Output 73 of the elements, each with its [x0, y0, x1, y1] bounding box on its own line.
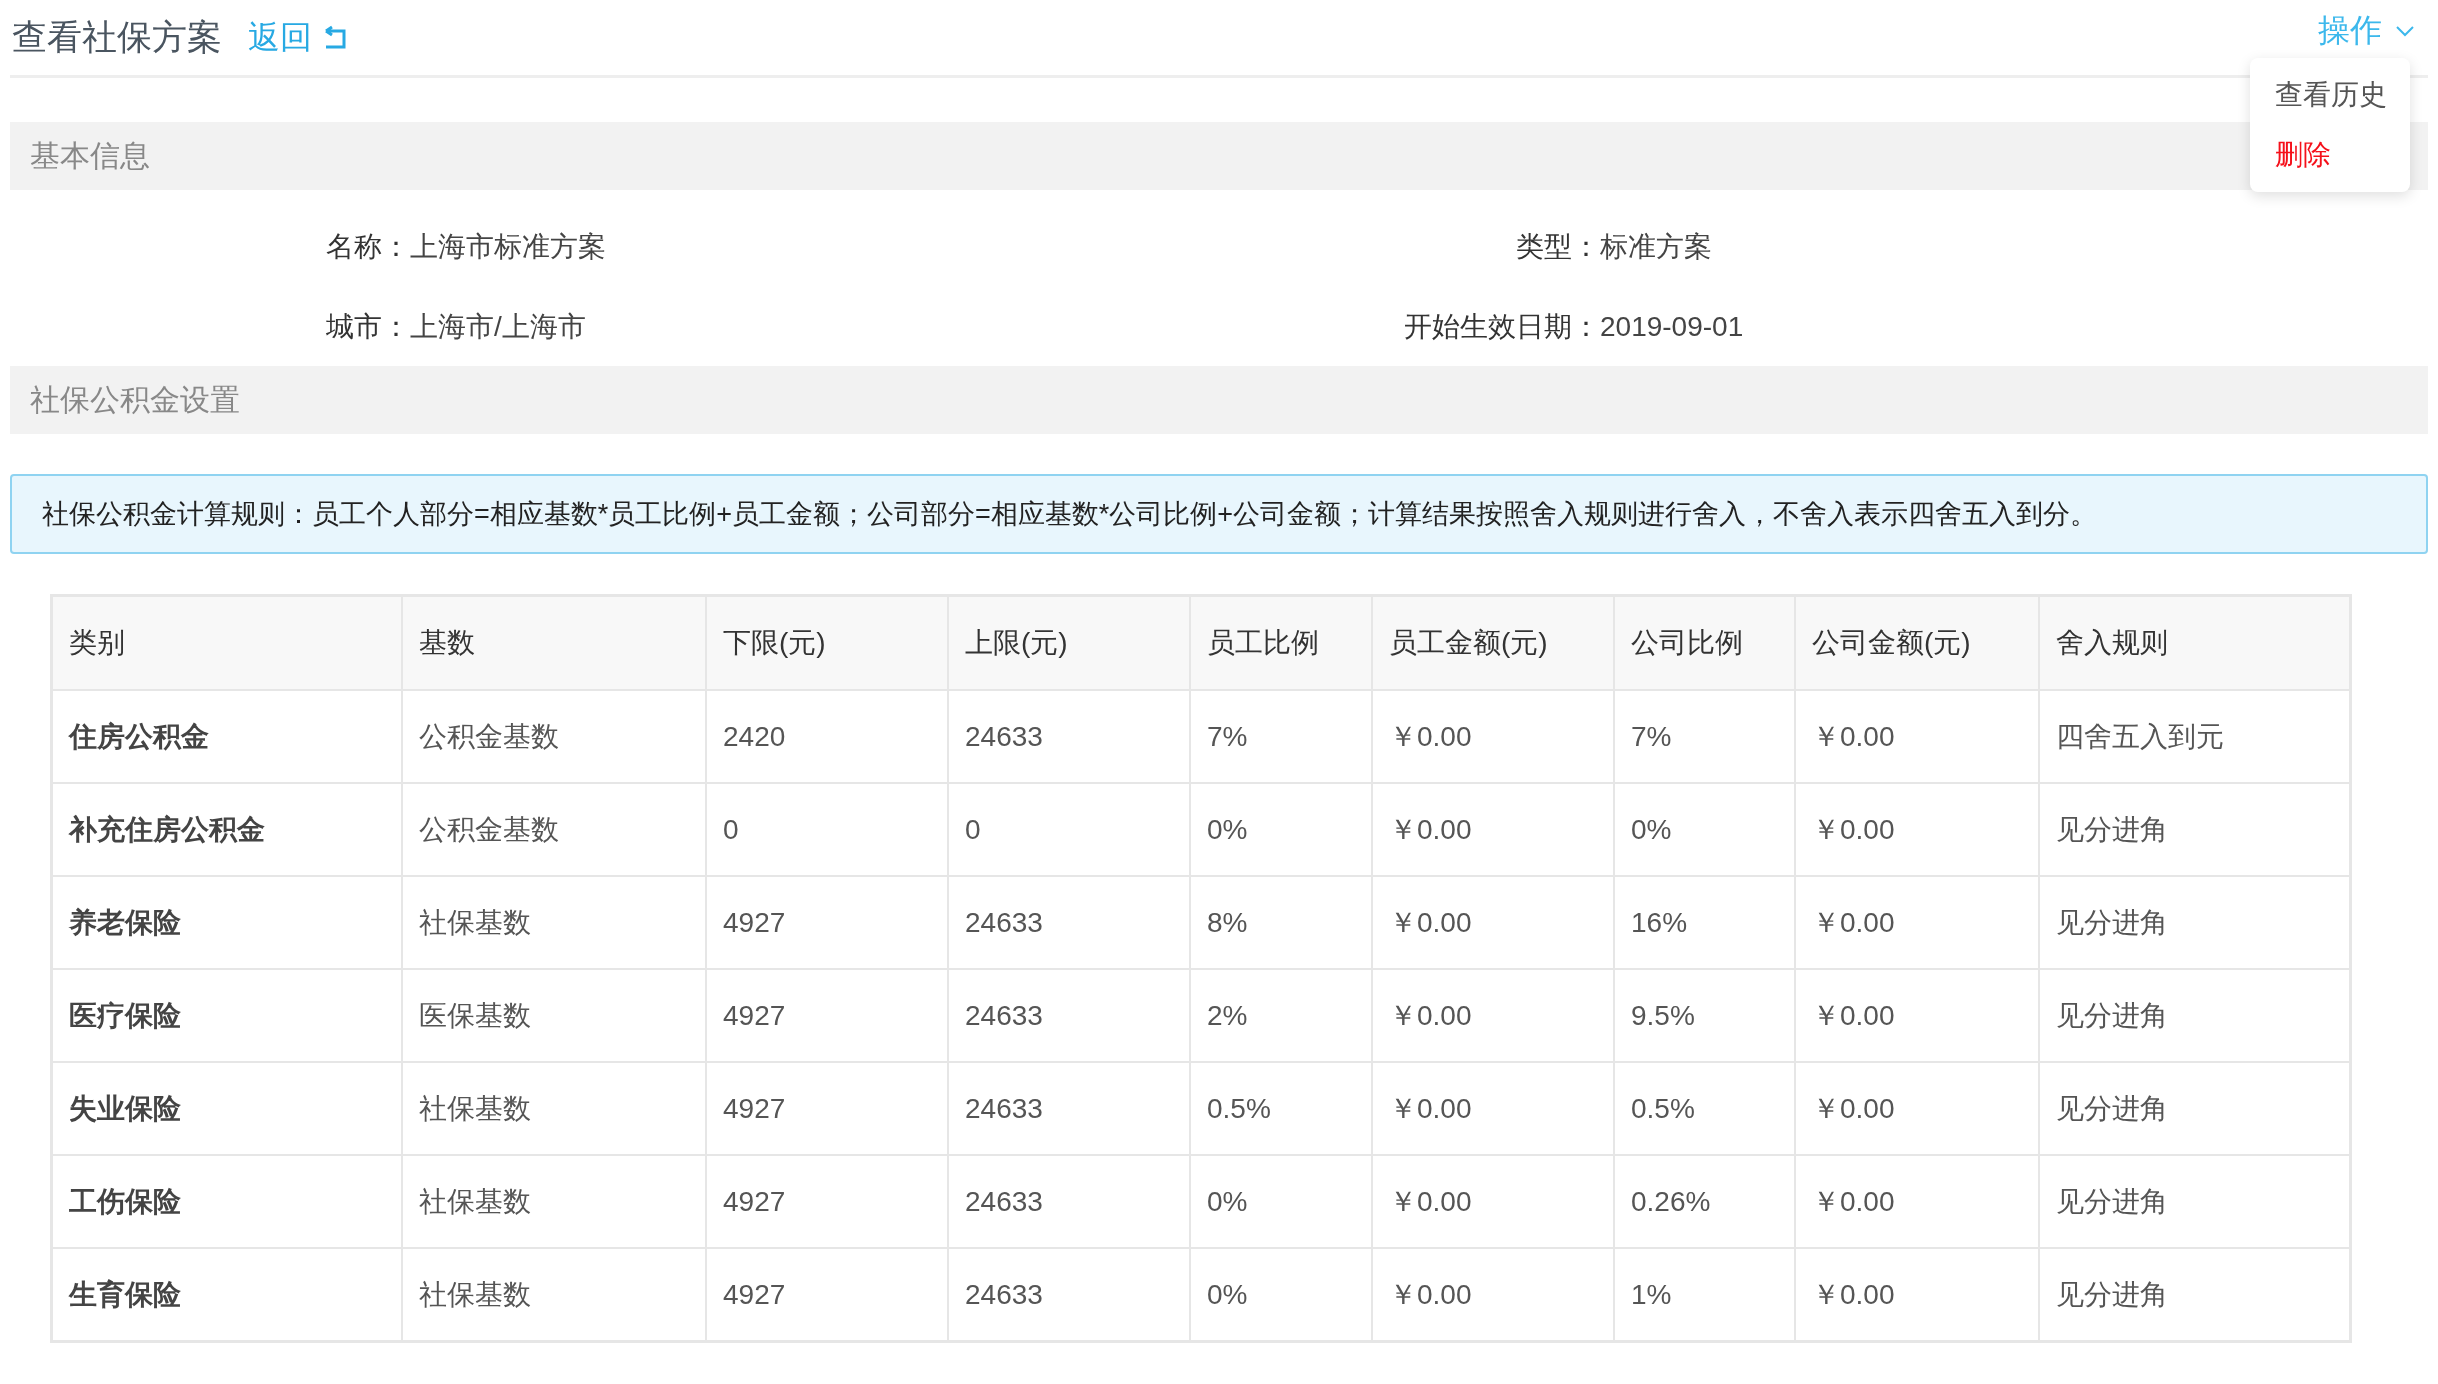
table-cell: 医保基数 [402, 969, 706, 1062]
menu-item[interactable]: 删除 [2250, 132, 2410, 178]
table-cell: 2420 [706, 690, 948, 783]
table-cell: 0 [948, 783, 1190, 876]
table-cell: 社保基数 [402, 1155, 706, 1248]
table-cell: 社保基数 [402, 876, 706, 969]
field-value: 标准方案 [1600, 230, 1713, 264]
column-header: 舍入规则 [2039, 595, 2351, 690]
table-cell: ￥0.00 [1795, 1155, 2039, 1248]
column-header: 类别 [51, 595, 402, 690]
table-cell: 0% [1190, 1155, 1372, 1248]
table-cell: ￥0.00 [1372, 690, 1614, 783]
table-cell: ￥0.00 [1795, 1062, 2039, 1155]
table-cell: 补充住房公积金 [51, 783, 402, 876]
table-cell: 8% [1190, 876, 1372, 969]
table-cell: 0% [1190, 783, 1372, 876]
column-header: 上限(元) [948, 595, 1190, 690]
table-cell: 公积金基数 [402, 783, 706, 876]
page-title: 查看社保方案 [11, 16, 222, 58]
table-cell: 0% [1614, 783, 1795, 876]
table-cell: 16% [1614, 876, 1795, 969]
field-value: 2019-09-01 [1600, 311, 1745, 343]
field-label: 名称： [325, 230, 410, 264]
table-cell: 医疗保险 [51, 969, 402, 1062]
back-link[interactable]: 返回 [248, 15, 348, 60]
table-cell: 4927 [706, 876, 948, 969]
table-cell: 公积金基数 [402, 690, 706, 783]
table-cell: 0.26% [1614, 1155, 1795, 1248]
table-cell: ￥0.00 [1795, 783, 2039, 876]
table-cell: 24633 [948, 969, 1190, 1062]
menu-item[interactable]: 查看历史 [2250, 72, 2410, 118]
table-cell: 工伤保险 [51, 1155, 402, 1248]
column-header: 公司金额(元) [1795, 595, 2039, 690]
field-label: 城市： [325, 310, 410, 344]
field-value: 上海市标准方案 [410, 230, 607, 264]
caret-icon [2396, 24, 2414, 37]
table-cell: 0 [706, 783, 948, 876]
table-cell: 0.5% [1190, 1062, 1372, 1155]
column-header: 员工金额(元) [1372, 595, 1614, 690]
field-label: 类型： [1515, 230, 1600, 264]
table-cell: ￥0.00 [1372, 1155, 1614, 1248]
table-cell: 2% [1190, 969, 1372, 1062]
table-cell: 7% [1190, 690, 1372, 783]
table-cell: 住房公积金 [51, 690, 402, 783]
table-cell: 9.5% [1614, 969, 1795, 1062]
table-cell: ￥0.00 [1372, 969, 1614, 1062]
column-header: 基数 [402, 595, 706, 690]
table-cell: 24633 [948, 690, 1190, 783]
field-value: 上海市/上海市 [410, 310, 587, 344]
table-cell: 24633 [948, 1155, 1190, 1248]
section-header: 社保公积金设置 [10, 366, 2428, 434]
table-cell: ￥0.00 [1372, 1062, 1614, 1155]
actions-dropdown[interactable]: 操作 [2318, 8, 2428, 53]
table-cell: 24633 [948, 1062, 1190, 1155]
column-header: 下限(元) [706, 595, 948, 690]
table-cell: ￥0.00 [1795, 969, 2039, 1062]
table-cell: 24633 [948, 876, 1190, 969]
column-header: 员工比例 [1190, 595, 1372, 690]
field-label: 开始生效日期： [1403, 310, 1600, 344]
table-cell: ￥0.00 [1795, 690, 2039, 783]
table-cell: 养老保险 [51, 876, 402, 969]
table-cell: ￥0.00 [1372, 876, 1614, 969]
table-cell: 0.5% [1614, 1062, 1795, 1155]
table-cell: 4927 [706, 969, 948, 1062]
table-cell: 7% [1614, 690, 1795, 783]
table-cell: 4927 [706, 1062, 948, 1155]
table-cell: ￥0.00 [1795, 876, 2039, 969]
table-cell: 社保基数 [402, 1062, 706, 1155]
info-notice: 社保公积金计算规则：员工个人部分=相应基数*员工比例+员工金额；公司部分=相应基数*公司比例+公司金额；计算结果按照舍入规则进行舍入，不舍入表示四舍五入到分。 [10, 474, 2428, 554]
table-cell: 4927 [706, 1155, 948, 1248]
column-header: 公司比例 [1614, 595, 1795, 690]
table-cell: 失业保险 [51, 1062, 402, 1155]
table-cell: ￥0.00 [1372, 783, 1614, 876]
